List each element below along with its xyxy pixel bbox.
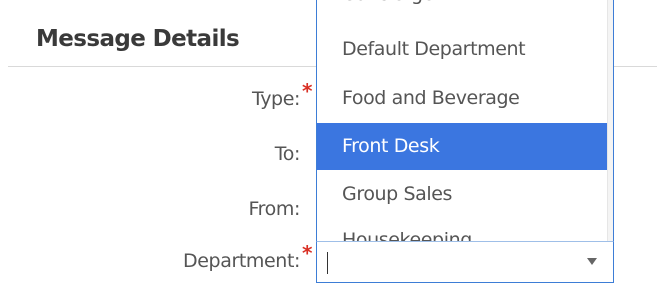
text-cursor: [327, 252, 328, 274]
from-label: From:: [248, 198, 301, 220]
dropdown-option-group-sales[interactable]: Group Sales: [317, 171, 609, 218]
dropdown-option-food-and-beverage[interactable]: Food and Beverage: [317, 75, 609, 122]
department-dropdown-list[interactable]: Concierge Default Department Food and Be…: [316, 0, 614, 242]
dropdown-option-default-department[interactable]: Default Department: [317, 26, 609, 73]
section-title: Message Details: [36, 26, 240, 52]
department-select[interactable]: [316, 241, 614, 283]
to-label: To:: [274, 143, 301, 165]
department-label: Department:: [183, 250, 300, 272]
dropdown-scrollbar[interactable]: [607, 0, 613, 242]
dropdown-option-housekeeping[interactable]: Housekeeping: [317, 217, 609, 242]
type-label: Type:: [251, 88, 300, 110]
chevron-down-icon[interactable]: [587, 258, 597, 265]
type-required-mark: *: [302, 79, 313, 103]
dropdown-option-front-desk[interactable]: Front Desk: [317, 123, 609, 170]
dropdown-option-concierge[interactable]: Concierge: [317, 0, 609, 18]
department-required-mark: *: [302, 241, 313, 265]
